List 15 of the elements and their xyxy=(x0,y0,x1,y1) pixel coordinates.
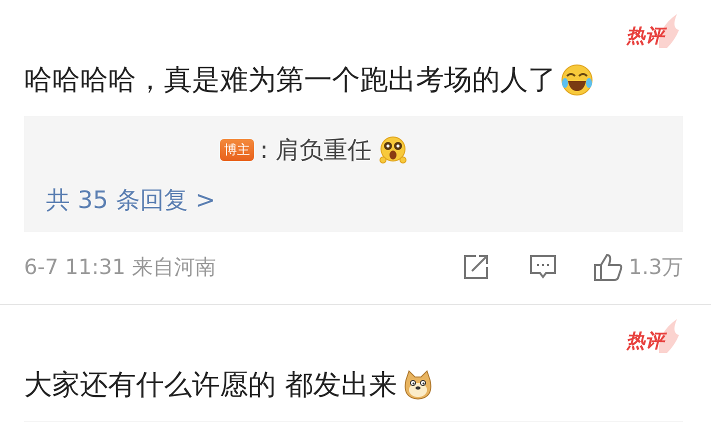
author-badge: 博主 xyxy=(220,139,254,161)
hot-comment-badge: 热评 xyxy=(624,319,681,353)
comment-text: 大家还有什么许愿的 都发出来 xyxy=(24,367,397,403)
like-count: 1.3万 xyxy=(628,254,683,281)
laughing-face-icon xyxy=(560,63,594,97)
comment-time: 6-7 11:31 xyxy=(24,255,126,279)
comment-text: 哈哈哈哈，真是难为第一个跑出考场的人了 xyxy=(24,62,556,98)
share-icon[interactable] xyxy=(462,254,489,280)
comment-location: 来自河南 xyxy=(132,254,216,281)
more-replies-link[interactable]: 共 35 条回复 > xyxy=(46,184,216,216)
thumbs-up-icon[interactable] xyxy=(592,252,623,282)
comment-icon[interactable] xyxy=(528,254,557,280)
surprised-face-icon xyxy=(378,135,408,165)
reply-text: : 肩负重任 xyxy=(260,135,372,166)
hot-comment-badge: 热评 xyxy=(624,14,681,48)
